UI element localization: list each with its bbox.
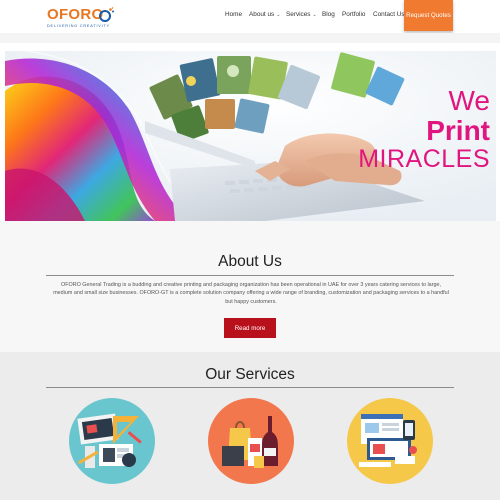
hero-line-we: We — [448, 85, 491, 116]
logo-wordmark: OFORO — [47, 6, 104, 23]
logo-o-icon — [99, 7, 114, 22]
nav-about-us[interactable]: About us ⌄ — [249, 11, 280, 18]
services-divider — [46, 387, 454, 388]
chevron-down-icon: ⌄ — [312, 12, 317, 18]
hero-line-print: Print — [426, 115, 490, 146]
nav-home[interactable]: Home — [225, 11, 242, 18]
about-title: About Us — [218, 253, 282, 270]
nav-blog[interactable]: Blog — [322, 11, 335, 18]
web-devices-icon — [359, 414, 417, 467]
nav-services-label: Services — [286, 11, 311, 18]
hero-line-miracles: MIRACLES — [358, 145, 490, 173]
design-tools-icon — [77, 413, 142, 468]
packaging-icon — [222, 416, 278, 468]
nav-about-us-label: About us — [249, 11, 275, 18]
hero-banner: We Print MIRACLES — [5, 51, 496, 221]
hero-headline: We Print MIRACLES — [358, 87, 490, 172]
logo[interactable]: OFORO DELIVERING CREATIVITY — [47, 6, 119, 30]
chevron-down-icon: ⌄ — [276, 12, 281, 18]
logo-tagline: DELIVERING CREATIVITY — [47, 24, 110, 28]
nav-contact-us[interactable]: Contact Us — [373, 11, 405, 18]
service-web-design[interactable] — [347, 398, 433, 484]
header-spacer — [0, 33, 500, 43]
service-packaging[interactable] — [208, 398, 294, 484]
services-title: Our Services — [205, 366, 295, 383]
about-text: OFORO General Trading is a budding and c… — [53, 282, 449, 305]
request-quotes-button[interactable]: Request Quotes — [404, 0, 453, 31]
nav-portfolio[interactable]: Portfolio — [342, 11, 365, 18]
about-divider — [46, 275, 454, 276]
nav-services[interactable]: Services ⌄ — [286, 11, 317, 18]
read-more-button[interactable]: Read more — [224, 318, 276, 338]
service-design-tools[interactable] — [69, 398, 155, 484]
site-header: OFORO DELIVERING CREATIVITY Home About u… — [0, 0, 500, 33]
